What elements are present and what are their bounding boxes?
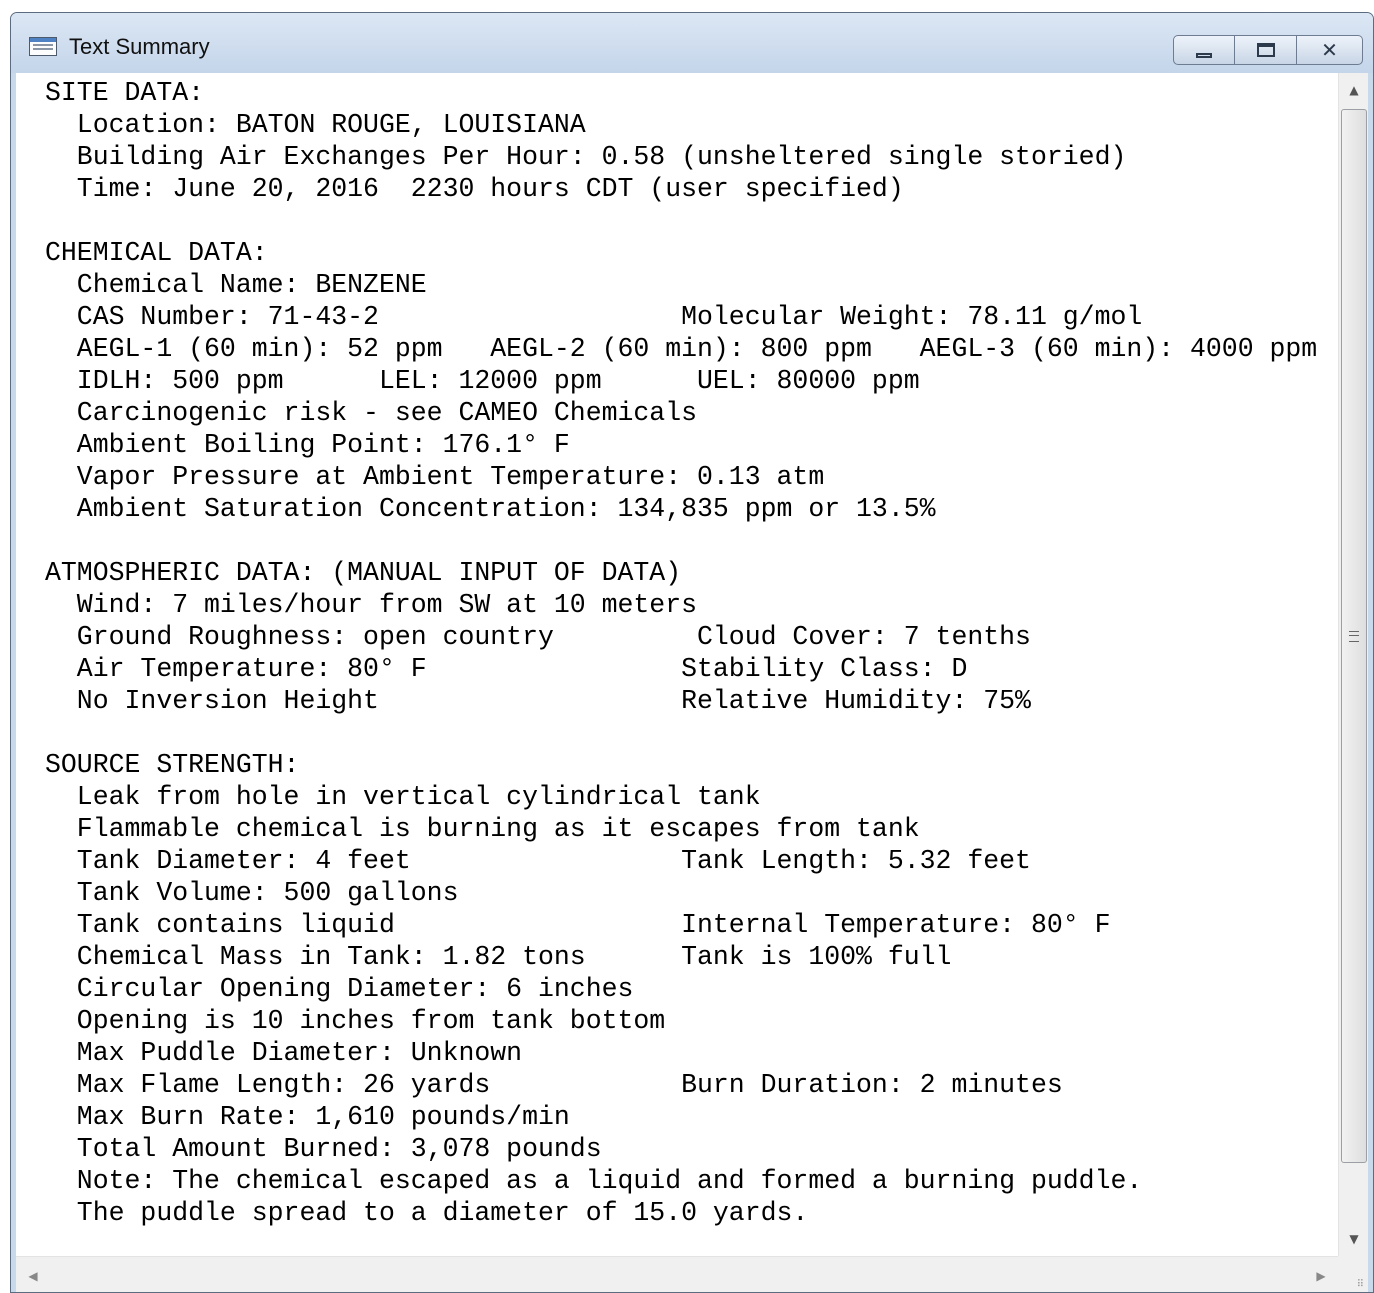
summary-line: Ambient Saturation Concentration: 134,83… xyxy=(45,494,936,524)
summary-line: Ground Roughness: open country Cloud Cov… xyxy=(45,622,1031,652)
summary-line: Leak from hole in vertical cylindrical t… xyxy=(45,782,761,812)
summary-line: Max Flame Length: 26 yards Burn Duration… xyxy=(45,1070,1063,1100)
summary-text-area[interactable]: SITE DATA: Location: BATON ROUGE, LOUISI… xyxy=(16,73,1338,1256)
maximize-icon xyxy=(1256,43,1275,57)
summary-line: The puddle spread to a diameter of 15.0 … xyxy=(45,1198,809,1228)
summary-line: Chemical Name: BENZENE xyxy=(45,270,427,300)
summary-line: AEGL-1 (60 min): 52 ppm AEGL-2 (60 min):… xyxy=(45,334,1318,364)
summary-line: Ambient Boiling Point: 176.1° F xyxy=(45,430,570,460)
scroll-up-icon[interactable]: ▲ xyxy=(1339,75,1368,105)
summary-line: CHEMICAL DATA: xyxy=(45,238,268,268)
close-icon: ✕ xyxy=(1321,38,1338,62)
minimize-button[interactable] xyxy=(1173,35,1235,65)
grip-icon xyxy=(1349,630,1359,642)
minimize-icon xyxy=(1196,52,1212,58)
horizontal-scrollbar[interactable]: ◀ ▶ xyxy=(16,1256,1338,1292)
vertical-scroll-thumb[interactable] xyxy=(1341,109,1367,1163)
scroll-down-icon[interactable]: ▼ xyxy=(1339,1224,1368,1254)
summary-line: Max Burn Rate: 1,610 pounds/min xyxy=(45,1102,570,1132)
summary-line: Building Air Exchanges Per Hour: 0.58 (u… xyxy=(45,142,1127,172)
title-bar[interactable]: Text Summary ✕ xyxy=(11,13,1373,73)
close-button[interactable]: ✕ xyxy=(1297,35,1363,65)
text-document-icon[interactable] xyxy=(29,37,57,56)
summary-line: IDLH: 500 ppm LEL: 12000 ppm UEL: 80000 … xyxy=(45,366,920,396)
summary-line: Total Amount Burned: 3,078 pounds xyxy=(45,1134,602,1164)
summary-line: Circular Opening Diameter: 6 inches xyxy=(45,974,634,1004)
summary-line: Air Temperature: 80° F Stability Class: … xyxy=(45,654,968,684)
summary-line: Time: June 20, 2016 2230 hours CDT (user… xyxy=(45,174,904,204)
summary-line: SITE DATA: xyxy=(45,78,205,108)
summary-line: Opening is 10 inches from tank bottom xyxy=(45,1006,666,1036)
summary-line: CAS Number: 71-43-2 Molecular Weight: 78… xyxy=(45,302,1143,332)
client-area: SITE DATA: Location: BATON ROUGE, LOUISI… xyxy=(16,73,1368,1292)
resize-grip-icon: ⠿ xyxy=(1356,1279,1364,1290)
text-summary-window: Text Summary ✕ SITE DATA: Location: BATO… xyxy=(10,12,1374,1293)
summary-line: Tank Volume: 500 gallons xyxy=(45,878,459,908)
summary-line: Vapor Pressure at Ambient Temperature: 0… xyxy=(45,462,825,492)
vertical-scrollbar[interactable]: ▲ ▼ xyxy=(1338,73,1368,1256)
summary-line: Location: BATON ROUGE, LOUISIANA xyxy=(45,110,586,140)
summary-line: Wind: 7 miles/hour from SW at 10 meters xyxy=(45,590,698,620)
maximize-button[interactable] xyxy=(1235,35,1297,65)
resize-grip[interactable]: ⠿ xyxy=(1338,1256,1368,1292)
summary-line: Note: The chemical escaped as a liquid a… xyxy=(45,1166,1143,1196)
summary-line: SOURCE STRENGTH: xyxy=(45,750,300,780)
scroll-right-icon[interactable]: ▶ xyxy=(1306,1257,1336,1292)
summary-line: No Inversion Height Relative Humidity: 7… xyxy=(45,686,1031,716)
summary-line: Tank Diameter: 4 feet Tank Length: 5.32 … xyxy=(45,846,1031,876)
scroll-left-icon[interactable]: ◀ xyxy=(18,1257,48,1292)
window-title: Text Summary xyxy=(69,34,210,59)
summary-line: Flammable chemical is burning as it esca… xyxy=(45,814,920,844)
summary-line: ATMOSPHERIC DATA: (MANUAL INPUT OF DATA) xyxy=(45,558,682,588)
summary-line: Chemical Mass in Tank: 1.82 tons Tank is… xyxy=(45,942,952,972)
summary-line: Carcinogenic risk - see CAMEO Chemicals xyxy=(45,398,698,428)
summary-line: Tank contains liquid Internal Temperatur… xyxy=(45,910,1111,940)
summary-line: Max Puddle Diameter: Unknown xyxy=(45,1038,523,1068)
